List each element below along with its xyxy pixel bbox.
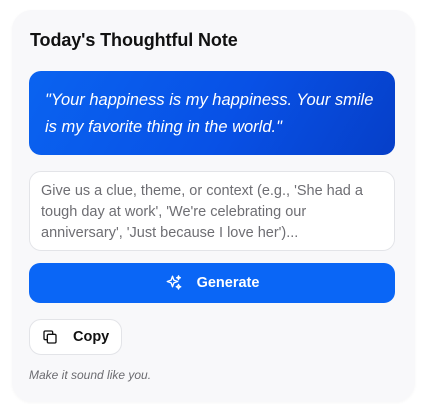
card-title: Today's Thoughtful Note: [30, 30, 238, 50]
quote-text: "Your happiness is my happiness. Your sm…: [45, 91, 374, 136]
context-input[interactable]: [29, 171, 395, 251]
generate-button[interactable]: Generate: [29, 263, 395, 303]
copy-label: Copy: [73, 329, 110, 345]
copy-icon: [42, 329, 58, 345]
hint-text: Make it sound like you.: [29, 368, 152, 382]
copy-button[interactable]: Copy: [29, 319, 122, 355]
generate-label: Generate: [196, 275, 260, 291]
note-card: Today's Thoughtful Note "Your happiness …: [12, 10, 415, 402]
sparkles-icon: [165, 274, 183, 292]
quote-box: "Your happiness is my happiness. Your sm…: [29, 71, 395, 155]
